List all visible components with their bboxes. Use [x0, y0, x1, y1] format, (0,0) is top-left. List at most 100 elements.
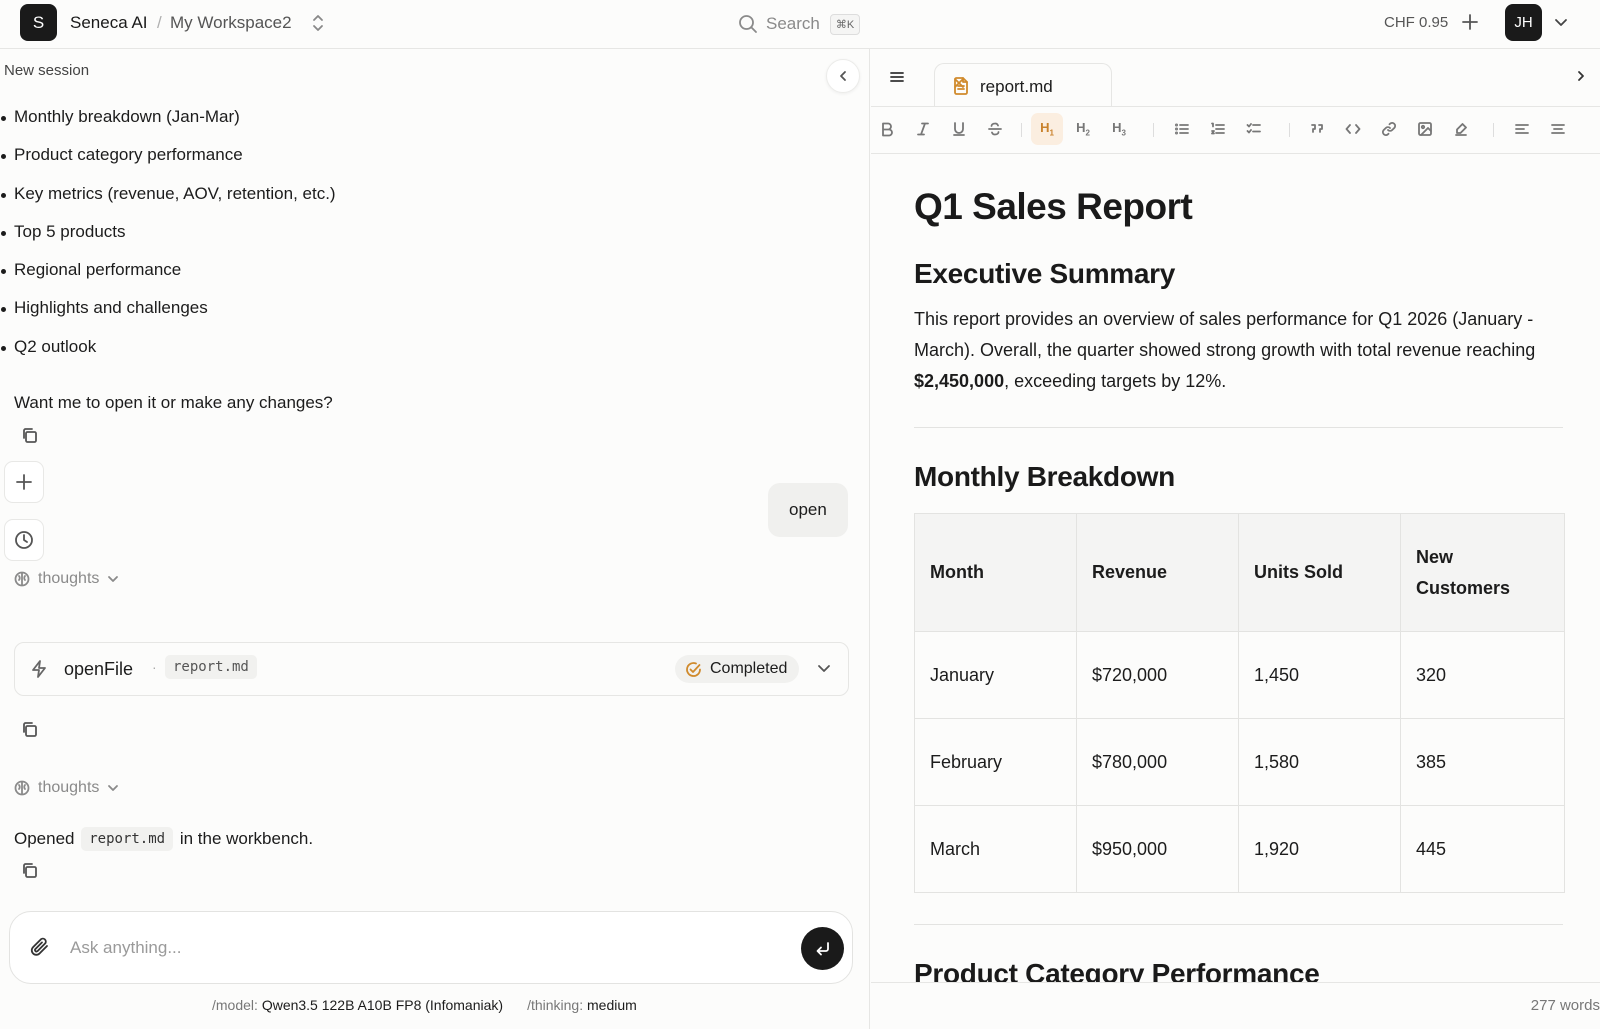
checklist-icon — [1246, 121, 1262, 137]
copy-icon[interactable] — [21, 427, 38, 444]
strikethrough-icon — [987, 121, 1003, 137]
image-button[interactable] — [1409, 113, 1441, 145]
thoughts-toggle[interactable]: thoughts — [14, 570, 119, 588]
thinking-setting[interactable]: /thinking: medium — [527, 997, 637, 1013]
enter-icon — [814, 940, 832, 958]
send-button[interactable] — [801, 927, 844, 970]
report-sections-list: Monthly breakdown (Jan-Mar) Product cate… — [0, 105, 336, 373]
toolbar-divider — [1289, 123, 1290, 137]
new-chat-button[interactable] — [4, 461, 44, 503]
tool-file-name: report.md — [165, 655, 257, 679]
bold-button[interactable] — [871, 113, 903, 145]
table-cell: $780,000 — [1076, 718, 1239, 806]
search-icon — [738, 14, 758, 34]
user-message: open — [768, 483, 848, 537]
thoughts-toggle[interactable]: thoughts — [14, 779, 119, 797]
column-header: Units Sold — [1238, 513, 1401, 632]
clock-icon — [14, 530, 34, 550]
heading-2-icon: H2 — [1076, 120, 1090, 138]
status-badge: Completed — [675, 655, 800, 683]
list-item: Regional performance — [0, 258, 336, 296]
align-left-button[interactable] — [1506, 113, 1538, 145]
table-cell: February — [914, 718, 1077, 806]
table-header-row: Month Revenue Units Sold New Customers — [914, 513, 1565, 632]
chevron-up-down-icon[interactable] — [310, 12, 326, 34]
bold-icon — [879, 121, 895, 137]
code-button[interactable] — [1337, 113, 1369, 145]
heading-3-icon: H3 — [1112, 120, 1126, 138]
history-button[interactable] — [4, 519, 44, 561]
chevron-down-icon — [107, 573, 119, 585]
underline-icon — [951, 121, 967, 137]
align-center-button[interactable] — [1542, 113, 1574, 145]
table-cell: 1,450 — [1238, 631, 1401, 719]
menu-icon[interactable] — [889, 69, 905, 85]
tool-separator: · — [152, 659, 157, 675]
formatting-toolbar: H1 H2 H3 — [871, 106, 1600, 154]
chevron-down-icon — [107, 782, 119, 794]
chevron-left-icon — [836, 69, 850, 83]
link-button[interactable] — [1373, 113, 1405, 145]
add-credits-icon[interactable] — [1460, 12, 1480, 32]
paperclip-icon[interactable] — [29, 936, 51, 958]
chevron-down-icon[interactable] — [1553, 14, 1569, 30]
highlighter-icon — [1453, 121, 1469, 137]
blockquote-button[interactable] — [1301, 113, 1333, 145]
monthly-breakdown-table: Month Revenue Units Sold New Customers J… — [914, 513, 1565, 893]
italic-button[interactable] — [907, 113, 939, 145]
search-button[interactable]: Search ⌘K — [738, 10, 861, 38]
collapse-panel-button[interactable] — [826, 59, 860, 93]
tool-call-card[interactable]: openFile · report.md Completed — [14, 642, 849, 696]
chevron-down-icon[interactable] — [816, 660, 832, 676]
numbered-list-button[interactable] — [1202, 113, 1234, 145]
column-header: New Customers — [1400, 513, 1565, 632]
close-icon[interactable] — [952, 76, 966, 90]
heading-1-button[interactable]: H1 — [1031, 113, 1063, 145]
table-cell: 320 — [1400, 631, 1565, 719]
quote-icon — [1309, 121, 1325, 137]
thoughts-label: thoughts — [38, 570, 100, 587]
copy-icon[interactable] — [21, 721, 38, 738]
app-name[interactable]: Seneca AI — [70, 13, 148, 33]
app-logo[interactable]: S — [20, 4, 57, 41]
table-cell: 1,580 — [1238, 718, 1401, 806]
table-cell: January — [914, 631, 1077, 719]
table-row: January $720,000 1,450 320 — [914, 631, 1565, 719]
doc-section-heading: Executive Summary — [914, 258, 1176, 289]
document-content[interactable]: Q1 Sales Report Executive Summary This r… — [914, 186, 1565, 990]
underline-button[interactable] — [943, 113, 975, 145]
highlight-button[interactable] — [1445, 113, 1477, 145]
credits-balance: CHF 0.95 — [1384, 14, 1449, 31]
doc-section-heading: Monthly Breakdown — [914, 461, 1175, 492]
chevron-right-icon[interactable] — [1574, 69, 1588, 83]
lightning-icon — [29, 659, 49, 679]
list-item: Q2 outlook — [0, 335, 336, 373]
strikethrough-button[interactable] — [979, 113, 1011, 145]
tab-report-md[interactable]: report.md — [934, 63, 1112, 107]
workspace-name[interactable]: My Workspace2 — [170, 13, 292, 33]
chat-panel: New session Monthly breakdown (Jan-Mar) … — [0, 49, 870, 1029]
bullet-list-icon — [1174, 121, 1190, 137]
thoughts-label: thoughts — [38, 779, 100, 796]
table-cell: $950,000 — [1076, 805, 1239, 893]
link-icon — [1381, 121, 1397, 137]
tab-label: report.md — [980, 77, 1053, 96]
message-text: in the workbench. — [179, 829, 314, 848]
italic-icon — [915, 121, 931, 137]
brain-icon — [14, 780, 30, 796]
task-list-button[interactable] — [1238, 113, 1270, 145]
bullet-list-button[interactable] — [1166, 113, 1198, 145]
model-setting[interactable]: /model: Qwen3.5 122B A10B FP8 (Infomania… — [212, 997, 503, 1013]
editor-panel: report.md H1 H2 H3 Q1 Sales Report Execu… — [871, 49, 1600, 1029]
copy-icon[interactable] — [21, 862, 38, 879]
user-avatar[interactable]: JH — [1505, 4, 1542, 41]
heading-2-button[interactable]: H2 — [1067, 113, 1099, 145]
code-icon — [1345, 121, 1361, 137]
doc-title: Q1 Sales Report — [914, 186, 1193, 227]
assistant-message: Opened report.md in the workbench. — [14, 827, 313, 851]
plus-icon — [15, 473, 33, 491]
heading-3-button[interactable]: H3 — [1103, 113, 1135, 145]
image-icon — [1417, 121, 1433, 137]
chat-input[interactable] — [70, 935, 770, 961]
brain-icon — [14, 571, 30, 587]
